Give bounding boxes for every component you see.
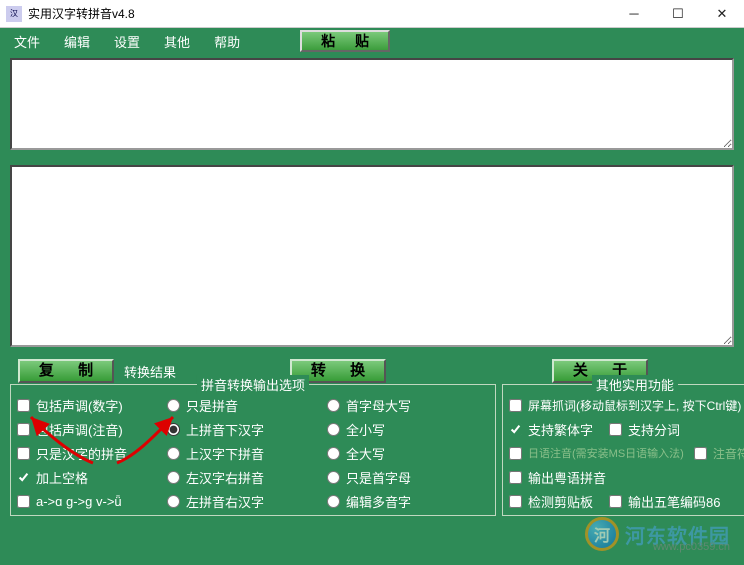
copy-button[interactable]: 复 制 (18, 359, 114, 383)
group-other-legend: 其他实用功能 (592, 375, 678, 394)
opt-traditional-label: 支持繁体字 (528, 420, 593, 439)
opt-edit-polyphone-label: 编辑多音字 (346, 492, 411, 511)
opt-wubi86[interactable]: 输出五笔编码86 (609, 491, 720, 511)
watermark: 河 河东软件园 www.pc0359.cn (585, 517, 730, 551)
group-pinyin-options: 拼音转换输出选项 包括声调(数字) 包括声调(注音) 只是汉字的拼音 加上空格 … (10, 384, 496, 516)
opt-case-initial[interactable]: 只是首字母 (327, 467, 489, 487)
opt-clipboard[interactable]: 检测剪贴板 (509, 491, 593, 511)
opt-case-capfirst[interactable]: 首字母大写 (327, 395, 489, 415)
input-textarea[interactable] (10, 58, 734, 150)
opt-japanese[interactable]: 日语注音(需安装MS日语输入法) (509, 443, 684, 463)
input-area-wrap (10, 58, 734, 155)
opt-clipboard-label: 检测剪贴板 (528, 492, 593, 511)
window-buttons: ─ ☐ ✕ (612, 0, 744, 27)
opt-wubi86-label: 输出五笔编码86 (628, 492, 720, 511)
opt-layout-pinyin-left[interactable]: 左拼音右汉字 (167, 491, 327, 511)
opt-layout-hanzi-left-label: 左汉字右拼音 (186, 468, 264, 487)
watermark-logo-icon: 河 (585, 517, 619, 551)
opt-layout-pinyin-top[interactable]: 上拼音下汉字 (167, 419, 327, 439)
opt-char-replace-label: a->ɑ g->ɡ v->ǖ (36, 494, 122, 509)
opt-case-capfirst-label: 首字母大写 (346, 396, 411, 415)
opt-zhuyin-symbol-label: 注音符号 (713, 445, 744, 462)
group-pinyin-legend: 拼音转换输出选项 (197, 375, 309, 394)
window-title: 实用汉字转拼音v4.8 (28, 5, 612, 22)
menubar: 文件 编辑 设置 其他 帮助 粘 贴 (0, 28, 744, 54)
options-area: 拼音转换输出选项 包括声调(数字) 包括声调(注音) 只是汉字的拼音 加上空格 … (0, 384, 744, 522)
opt-layout-hanzi-top[interactable]: 上汉字下拼音 (167, 443, 327, 463)
watermark-url: www.pc0359.cn (653, 541, 730, 553)
opt-layout-pinyin-left-label: 左拼音右汉字 (186, 492, 264, 511)
opt-tone-number-label: 包括声调(数字) (36, 396, 123, 415)
menu-help[interactable]: 帮助 (204, 29, 250, 54)
titlebar: 汉 实用汉字转拼音v4.8 ─ ☐ ✕ (0, 0, 744, 28)
menu-other[interactable]: 其他 (154, 29, 200, 54)
opt-screen-grab-label: 屏幕抓词(移动鼠标到汉字上, 按下Ctrl键) (528, 397, 741, 414)
close-button[interactable]: ✕ (700, 0, 744, 27)
opt-traditional[interactable]: 支持繁体字 (509, 419, 593, 439)
menu-settings[interactable]: 设置 (104, 29, 150, 54)
opt-tone-zhuyin[interactable]: 包括声调(注音) (17, 419, 167, 439)
opt-zhuyin-symbol[interactable]: 注音符号 (694, 443, 744, 463)
output-area-wrap (10, 159, 734, 352)
opt-char-replace[interactable]: a->ɑ g->ɡ v->ǖ (17, 491, 167, 511)
opt-segmentation[interactable]: 支持分词 (609, 419, 680, 439)
opt-layout-pinyin-top-label: 上拼音下汉字 (186, 420, 264, 439)
opt-layout-hanzi-left[interactable]: 左汉字右拼音 (167, 467, 327, 487)
opt-screen-grab[interactable]: 屏幕抓词(移动鼠标到汉字上, 按下Ctrl键) (509, 395, 744, 415)
opt-tone-zhuyin-label: 包括声调(注音) (36, 420, 123, 439)
opt-case-upper[interactable]: 全大写 (327, 443, 489, 463)
app-icon: 汉 (6, 6, 22, 22)
opt-case-initial-label: 只是首字母 (346, 468, 411, 487)
opt-case-lower-label: 全小写 (346, 420, 385, 439)
opt-layout-only-pinyin-label: 只是拼音 (186, 396, 238, 415)
paste-button[interactable]: 粘 贴 (300, 30, 390, 52)
opt-japanese-label: 日语注音(需安装MS日语输入法) (528, 445, 684, 461)
opt-layout-only-pinyin[interactable]: 只是拼音 (167, 395, 327, 415)
opt-add-space[interactable]: 加上空格 (17, 467, 167, 487)
output-textarea[interactable] (10, 165, 734, 347)
opt-layout-hanzi-top-label: 上汉字下拼音 (186, 444, 264, 463)
opt-tone-number[interactable]: 包括声调(数字) (17, 395, 167, 415)
menu-edit[interactable]: 编辑 (54, 29, 100, 54)
menu-file[interactable]: 文件 (4, 29, 50, 54)
group-other-features: 其他实用功能 屏幕抓词(移动鼠标到汉字上, 按下Ctrl键) 支持繁体字 支持分… (502, 384, 744, 516)
result-label: 转换结果 (124, 362, 176, 381)
opt-case-upper-label: 全大写 (346, 444, 385, 463)
opt-segmentation-label: 支持分词 (628, 420, 680, 439)
opt-cantonese-label: 输出粤语拼音 (528, 468, 606, 487)
opt-case-lower[interactable]: 全小写 (327, 419, 489, 439)
opt-edit-polyphone[interactable]: 编辑多音字 (327, 491, 489, 511)
opt-cantonese[interactable]: 输出粤语拼音 (509, 467, 744, 487)
opt-add-space-label: 加上空格 (36, 468, 88, 487)
opt-only-hanzi-pinyin-label: 只是汉字的拼音 (36, 444, 127, 463)
opt-only-hanzi-pinyin[interactable]: 只是汉字的拼音 (17, 443, 167, 463)
minimize-button[interactable]: ─ (612, 0, 656, 27)
maximize-button[interactable]: ☐ (656, 0, 700, 27)
